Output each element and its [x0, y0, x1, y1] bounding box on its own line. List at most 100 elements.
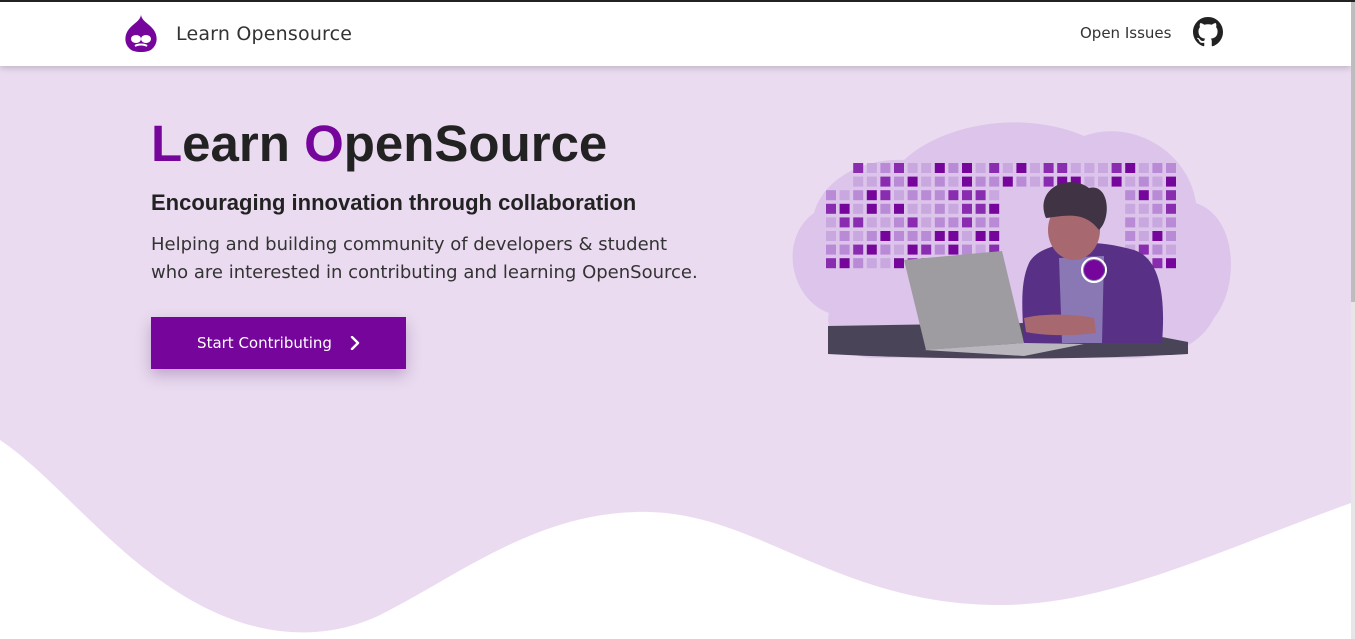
- contribution-tile: [934, 244, 945, 255]
- contribution-tile: [907, 203, 918, 214]
- drupal-drop-logo-icon: [125, 15, 157, 52]
- contribution-tile: [975, 163, 986, 173]
- contribution-tile: [1138, 217, 1149, 228]
- vertical-scrollbar[interactable]: [1351, 2, 1355, 639]
- contribution-tile: [1125, 203, 1136, 214]
- contribution-tile: [1152, 163, 1163, 173]
- contribution-tile: [880, 190, 891, 201]
- start-contributing-button[interactable]: Start Contributing: [151, 317, 406, 369]
- contribution-tile: [948, 203, 959, 214]
- contribution-tile: [894, 176, 904, 187]
- contribution-tile: [1166, 190, 1176, 201]
- brand-link[interactable]: Learn Opensource: [123, 14, 352, 54]
- contribution-tile: [1138, 231, 1149, 241]
- contribution-tile: [866, 231, 877, 241]
- contribution-tile: [1152, 258, 1163, 269]
- contribution-tile: [907, 231, 918, 241]
- developer-at-laptop-illustration: [792, 122, 1231, 359]
- contribution-tile: [853, 203, 864, 214]
- contribution-tile: [1138, 176, 1149, 187]
- contribution-tile: [880, 163, 891, 173]
- contribution-tile: [962, 163, 972, 173]
- page: Learn Opensource Open Issues Learn OpenS…: [0, 0, 1355, 639]
- contribution-tile: [934, 217, 945, 228]
- contribution-tile: [839, 217, 850, 228]
- contribution-tile: [907, 176, 918, 187]
- nav-link-open-issues[interactable]: Open Issues: [1080, 24, 1171, 42]
- contribution-tile: [866, 258, 877, 269]
- brand-name: Learn Opensource: [176, 23, 353, 45]
- contribution-tile: [989, 176, 1000, 187]
- hero-description-line-2: who are interested in contributing and l…: [151, 262, 698, 283]
- contribution-tile: [1002, 163, 1013, 173]
- contribution-tile: [907, 163, 918, 173]
- contribution-tile: [894, 190, 904, 201]
- contribution-tile: [894, 231, 904, 241]
- contribution-tile: [1111, 163, 1122, 173]
- contribution-tile: [1166, 244, 1176, 255]
- contribution-tile: [962, 231, 972, 241]
- contribution-tile: [894, 244, 904, 255]
- contribution-tile: [1152, 176, 1163, 187]
- chevron-right-icon: [350, 336, 360, 350]
- contribution-tile: [1057, 163, 1068, 173]
- contribution-tile: [880, 231, 891, 241]
- contribution-tile: [921, 231, 932, 241]
- contribution-tile: [894, 217, 904, 228]
- contribution-tile: [826, 244, 836, 255]
- contribution-tile: [948, 190, 959, 201]
- contribution-tile: [826, 231, 836, 241]
- contribution-tile: [934, 176, 945, 187]
- contribution-tile: [839, 244, 850, 255]
- scrollbar-thumb[interactable]: [1351, 2, 1355, 302]
- contribution-tile: [853, 244, 864, 255]
- contribution-tile: [989, 231, 1000, 241]
- contribution-tile: [1138, 163, 1149, 173]
- hero-description: Helping and building community of develo…: [151, 231, 751, 287]
- contribution-tile: [826, 258, 836, 269]
- contribution-tile: [880, 203, 891, 214]
- contribution-tile: [866, 217, 877, 228]
- contribution-tile: [880, 244, 891, 255]
- contribution-tile: [1043, 163, 1054, 173]
- hero-title-part-1: earn: [182, 115, 305, 172]
- contribution-tile: [853, 231, 864, 241]
- contribution-tile: [934, 163, 945, 173]
- contribution-tile: [1125, 190, 1136, 201]
- contribution-tile: [962, 203, 972, 214]
- contribution-tile: [975, 203, 986, 214]
- contribution-tile: [1138, 203, 1149, 214]
- contribution-tile: [894, 203, 904, 214]
- contribution-tile: [962, 190, 972, 201]
- contribution-tile: [1084, 163, 1095, 173]
- contribution-tile: [839, 258, 850, 269]
- github-icon[interactable]: [1193, 17, 1223, 47]
- contribution-tile: [948, 163, 959, 173]
- contribution-tile: [894, 163, 904, 173]
- contribution-tile: [975, 231, 986, 241]
- contribution-tile: [907, 190, 918, 201]
- contribution-tile: [948, 244, 959, 255]
- contribution-tile: [989, 163, 1000, 173]
- contribution-tile: [1016, 176, 1027, 187]
- contribution-tile: [866, 244, 877, 255]
- contribution-tile: [921, 217, 932, 228]
- contribution-tile: [1084, 176, 1095, 187]
- contribution-tile: [975, 190, 986, 201]
- hero-title: Learn OpenSource: [151, 114, 607, 173]
- contribution-tile: [1043, 176, 1054, 187]
- hero-title-part-2: penSource: [343, 115, 608, 172]
- contribution-tile: [948, 176, 959, 187]
- contribution-tile: [1002, 176, 1013, 187]
- contribution-tile: [921, 190, 932, 201]
- contribution-tile: [1125, 231, 1136, 241]
- contribution-tile: [853, 176, 864, 187]
- navbar: Learn Opensource Open Issues: [0, 2, 1351, 66]
- contribution-tile: [1166, 231, 1176, 241]
- start-contributing-label: Start Contributing: [197, 334, 332, 352]
- contribution-tile: [1098, 163, 1108, 173]
- contribution-tile: [1152, 217, 1163, 228]
- contribution-tile: [826, 217, 836, 228]
- contribution-tile: [1098, 176, 1108, 187]
- contribution-tile: [1152, 244, 1163, 255]
